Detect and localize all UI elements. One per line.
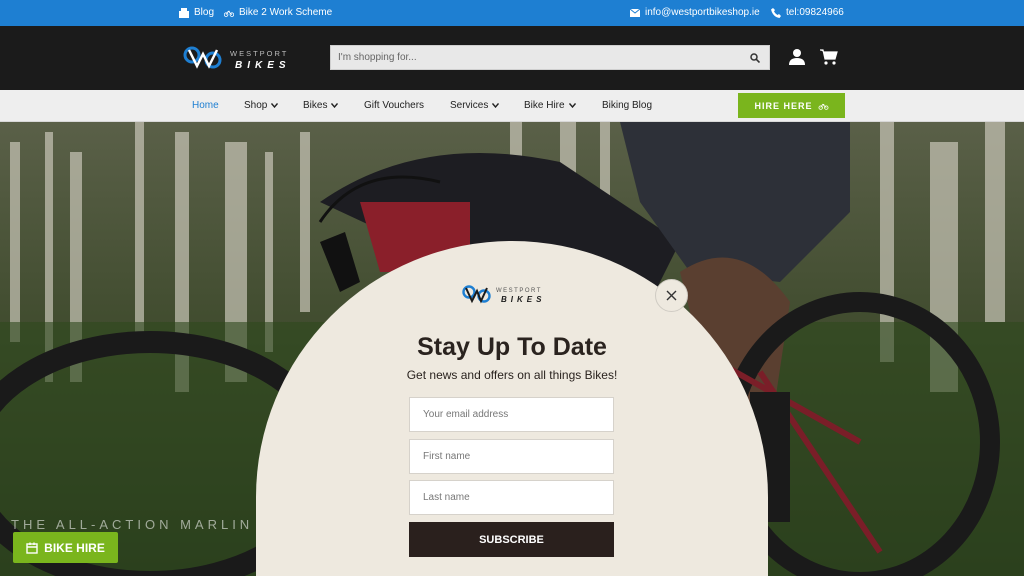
phone-icon	[771, 7, 781, 18]
nav-gift-vouchers[interactable]: Gift Vouchers	[364, 100, 424, 111]
nav-shop[interactable]: Shop	[244, 100, 279, 111]
nav-bike-hire-label: Bike Hire	[524, 100, 565, 111]
bicycle-icon	[224, 10, 234, 17]
account-icon[interactable]	[788, 48, 806, 66]
site-header: WESTPORT BIKES	[0, 26, 1024, 90]
nav-gift-vouchers-label: Gift Vouchers	[364, 100, 425, 111]
search-icon	[750, 52, 760, 63]
phone-link[interactable]: tel:09824966	[771, 7, 844, 18]
popup-title: Stay Up To Date	[417, 333, 607, 361]
email-link-label: info@westportbikeshop.ie	[645, 7, 760, 18]
westport-bikes-logo: WESTPORT BIKES	[462, 285, 545, 304]
chevron-down-icon	[271, 103, 279, 108]
hire-here-label: HIRE HERE	[754, 100, 813, 111]
nav-home[interactable]: Home	[192, 100, 219, 111]
last-name-field[interactable]	[409, 480, 614, 515]
bike2work-link[interactable]: Bike 2 Work Scheme	[224, 7, 332, 18]
nav-services-label: Services	[450, 100, 489, 111]
blog-link[interactable]: Blog	[179, 7, 214, 18]
search-button[interactable]	[741, 46, 769, 69]
bicycle-icon	[818, 103, 828, 110]
blog-icon	[179, 7, 189, 18]
phone-link-label: tel:09824966	[786, 7, 844, 18]
westport-bikes-logo[interactable]: WESTPORT BIKES	[183, 42, 313, 74]
bike2work-link-label: Bike 2 Work Scheme	[239, 7, 333, 18]
bike-hire-floating-label: BIKE HIRE	[44, 540, 105, 555]
hero-caption: THE ALL-ACTION MARLIN	[11, 517, 254, 532]
nav-bike-hire[interactable]: Bike Hire	[524, 100, 576, 111]
subscribe-button[interactable]: SUBSCRIBE	[409, 522, 614, 557]
nav-bikes-label: Bikes	[303, 100, 328, 111]
logo-wordmark-top: WESTPORT	[230, 49, 288, 58]
nav-services[interactable]: Services	[450, 100, 500, 111]
chevron-down-icon	[568, 103, 576, 108]
cart-icon[interactable]	[820, 48, 838, 66]
nav-biking-blog-label: Biking Blog	[602, 100, 653, 111]
chevron-down-icon	[331, 103, 339, 108]
search-bar	[330, 45, 770, 70]
top-utility-bar: Blog Bike 2 Work Scheme info@westportbik…	[0, 0, 1024, 26]
popup-close-button[interactable]	[655, 279, 688, 312]
main-nav: Home Shop Bikes Gift Vouchers Services B…	[0, 90, 1024, 122]
nav-bikes[interactable]: Bikes	[303, 100, 339, 111]
nav-biking-blog[interactable]: Biking Blog	[602, 100, 652, 111]
email-link[interactable]: info@westportbikeshop.ie	[630, 7, 760, 18]
nav-home-label: Home	[192, 100, 219, 111]
popup-subtitle: Get news and offers on all things Bikes!	[406, 368, 618, 382]
first-name-field[interactable]	[409, 439, 614, 474]
popup-logo-wordmark-bottom: BIKES	[501, 295, 545, 304]
envelope-icon	[630, 8, 640, 17]
search-input[interactable]	[331, 46, 741, 69]
hire-here-button[interactable]: HIRE HERE	[738, 93, 845, 118]
nav-shop-label: Shop	[244, 100, 268, 111]
popup-logo-wordmark-top: WESTPORT	[496, 288, 542, 294]
chevron-down-icon	[492, 103, 500, 108]
email-field[interactable]	[409, 397, 614, 432]
close-icon	[666, 290, 677, 301]
logo-wordmark-bottom: BIKES	[235, 60, 291, 71]
blog-link-label: Blog	[194, 7, 215, 18]
calendar-icon	[26, 542, 38, 554]
bike-hire-floating-button[interactable]: BIKE HIRE	[13, 532, 118, 563]
